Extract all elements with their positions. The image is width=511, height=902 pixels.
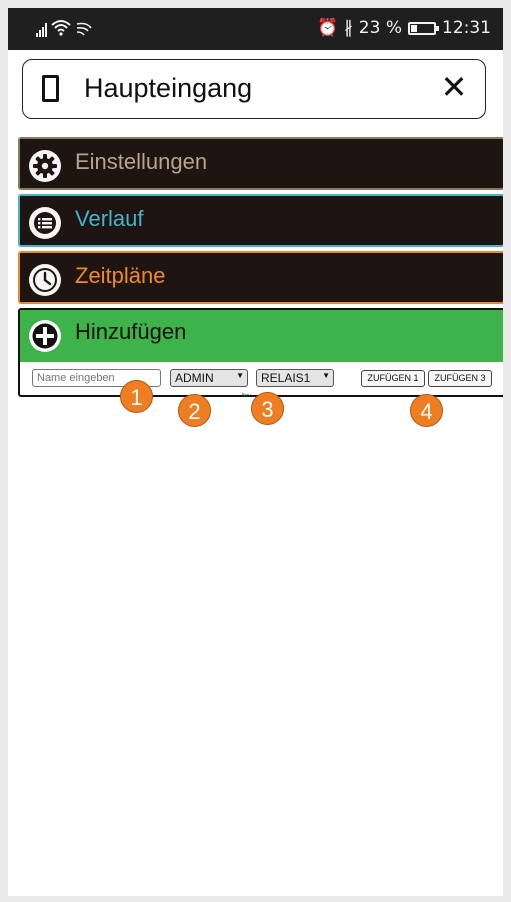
phone-screen: ⏰ ∦ 23 % 12:31 Haupteingang ✕ Einstellun… [8, 8, 503, 896]
page-title: Haupteingang [84, 73, 253, 103]
menu-history-label: Verlauf [75, 206, 144, 231]
add-button-3[interactable]: ZUFÜGEN 3 [428, 370, 492, 387]
plus-icon [29, 320, 61, 352]
tiny-label: Nav [242, 393, 251, 399]
battery-fill [411, 24, 417, 32]
menu-settings-label: Einstellungen [75, 149, 208, 174]
role-select[interactable]: ADMIN ▼ [170, 369, 248, 387]
battery-percent: 23 % [358, 18, 402, 38]
hotspot-icon [76, 22, 92, 36]
role-select-value: ADMIN [175, 371, 214, 385]
menu-history[interactable]: Verlauf [18, 194, 503, 247]
add-header[interactable]: Hinzufügen [20, 310, 503, 362]
status-right: ⏰ ∦ 23 % 12:31 [317, 18, 491, 38]
wifi-icon [51, 20, 71, 36]
clock: 12:31 [442, 18, 491, 38]
status-bar: ⏰ ∦ 23 % 12:31 [8, 8, 503, 50]
chevron-down-icon: ▼ [322, 371, 330, 380]
callout-marker-2: 2 [178, 394, 211, 427]
menu-schedules-label: Zeitpläne [75, 263, 166, 288]
signal-icon [36, 21, 47, 37]
close-button[interactable]: ✕ [437, 70, 471, 104]
callout-marker-4: 4 [410, 394, 443, 427]
relay-select[interactable]: RELAIS1 ▼ [256, 369, 334, 387]
alarm-icon: ⏰ [317, 18, 339, 38]
gear-icon [29, 150, 61, 182]
battery-icon [408, 21, 439, 35]
chevron-down-icon: ▼ [236, 371, 244, 380]
status-left [36, 19, 93, 37]
clock-icon [29, 264, 61, 296]
menu-schedules[interactable]: Zeitpläne [18, 251, 503, 304]
menu-settings[interactable]: Einstellungen [18, 137, 503, 190]
callout-marker-1: 1 [120, 380, 153, 413]
add-button-1[interactable]: ZUFÜGEN 1 [361, 370, 425, 387]
smartphone-icon [42, 75, 59, 102]
device-header: Haupteingang ✕ [22, 59, 486, 119]
add-user-panel: Hinzufügen ADMIN ▼ RELAIS1 ▼ ZUFÜGEN 1 Z… [18, 308, 503, 399]
callout-marker-3: 3 [251, 392, 284, 425]
add-label: Hinzufügen [75, 319, 187, 344]
bluetooth-icon: ∦ [344, 18, 353, 38]
list-icon [29, 207, 61, 239]
relay-select-value: RELAIS1 [261, 371, 311, 385]
